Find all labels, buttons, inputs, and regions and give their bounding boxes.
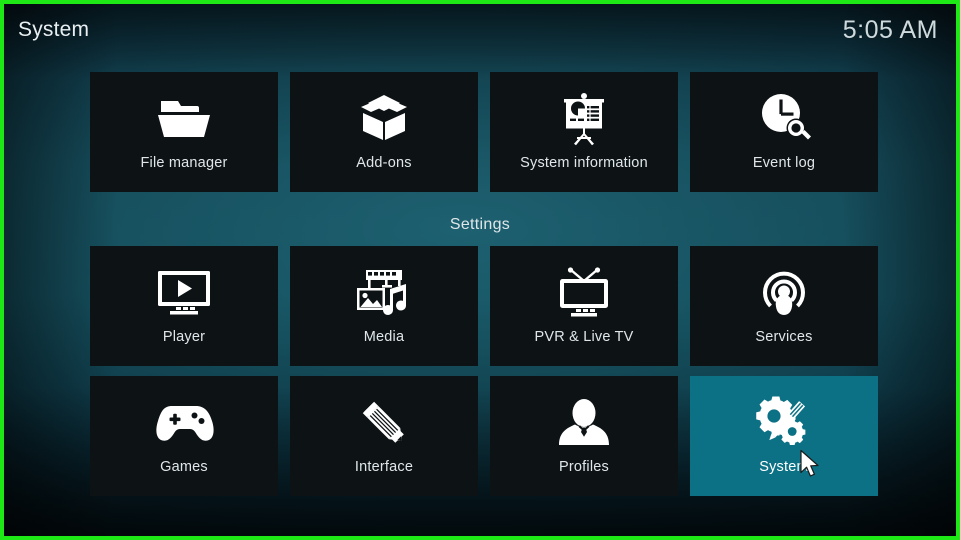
kodi-system-screen: System 5:05 AM File manager Add-ons Syst…: [0, 0, 960, 540]
tile-label: Player: [162, 329, 206, 345]
tile-label: Profiles: [559, 459, 609, 475]
tile-label: Media: [363, 329, 405, 345]
tile-label: Services: [755, 329, 813, 345]
media-library-icon: [353, 262, 415, 324]
tile-label: PVR & Live TV: [534, 329, 634, 345]
broadcast-user-icon: [753, 262, 815, 324]
tile-file-manager[interactable]: File manager: [90, 72, 278, 192]
tile-add-ons[interactable]: Add-ons: [290, 72, 478, 192]
gamepad-icon: [153, 392, 215, 454]
tile-player[interactable]: Player: [90, 246, 278, 366]
page-title: System: [18, 18, 90, 41]
tile-pvr-live-tv[interactable]: PVR & Live TV: [490, 246, 678, 366]
tile-label: Interface: [354, 459, 414, 475]
monitor-play-icon: [153, 262, 215, 324]
tv-antenna-icon: [553, 262, 615, 324]
folder-icon: [153, 88, 215, 150]
settings-section-header: Settings: [449, 216, 511, 233]
tile-label: System: [759, 459, 809, 475]
tile-event-log[interactable]: Event log: [690, 72, 878, 192]
tile-profiles[interactable]: Profiles: [490, 376, 678, 496]
clock-label: 5:05 AM: [842, 15, 938, 44]
tile-label: Add-ons: [356, 155, 412, 171]
settings-grid-row1: Player Media PVR & Live TV Services: [90, 246, 878, 366]
tile-games[interactable]: Games: [90, 376, 278, 496]
clock-search-icon: [753, 88, 815, 150]
utilities-grid: File manager Add-ons System information …: [90, 72, 878, 192]
top-bar: System 5:05 AM: [4, 4, 956, 56]
tile-interface[interactable]: Interface: [290, 376, 478, 496]
tile-label: Games: [160, 459, 208, 475]
tile-label: System information: [520, 155, 648, 171]
tile-label: File manager: [140, 155, 228, 171]
tile-system[interactable]: System: [690, 376, 878, 496]
open-box-icon: [353, 88, 415, 150]
tile-services[interactable]: Services: [690, 246, 878, 366]
person-bust-icon: [553, 392, 615, 454]
pencil-ruler-icon: [353, 392, 415, 454]
tile-system-information[interactable]: System information: [490, 72, 678, 192]
presentation-board-icon: [553, 88, 615, 150]
gears-screwdriver-icon: [753, 392, 815, 454]
tile-media[interactable]: Media: [290, 246, 478, 366]
settings-grid-row2: Games Interface Profiles System: [90, 376, 878, 496]
tile-label: Event log: [752, 155, 816, 171]
